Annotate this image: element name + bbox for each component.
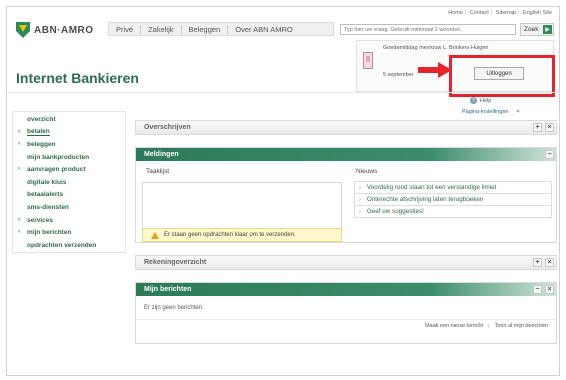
widget-overschrijven: Overschrijven + × (135, 120, 557, 135)
sidebar-item-label: betaalalerts (27, 191, 64, 199)
widget-mijn-berichten-header[interactable]: Mijn berichten − × (136, 283, 556, 296)
sidebar-item-services[interactable]: › services (13, 214, 125, 227)
bullet-arrow-icon: › (18, 216, 20, 223)
sidebar-item-sms-diensten[interactable]: sms-diensten (13, 201, 125, 214)
expand-icon[interactable]: + (533, 123, 542, 132)
warning-bar: Er staan geen opdrachten klaar om te ver… (142, 228, 342, 242)
greeting-text: Goedemiddag mevrouw L. Brinkers-Huigen (383, 45, 489, 51)
page-title: Internet Bankieren (16, 70, 139, 86)
sidebar-item-betalen[interactable]: › betalen (13, 126, 125, 139)
news-item[interactable]: › Voordelig rood staan tot een verstandig… (354, 182, 552, 194)
main-navigation: Privé Zakelijk Beleggen Over ABN AMRO (108, 22, 334, 36)
news-item-label: Onterechte afschrijving laten terugboeke… (366, 196, 484, 203)
page-settings-label: Pagina-instellingen (462, 109, 509, 115)
sidebar-item-betaalalerts[interactable]: betaalalerts (13, 189, 125, 202)
chevron-right-icon: › (359, 208, 361, 215)
taaklijst-title: Taaklijst (146, 168, 170, 175)
nav-zakelijk[interactable]: Zakelijk (141, 24, 182, 34)
sidebar-item-label: sms-diensten (27, 203, 69, 211)
bullet-arrow-icon: › (18, 166, 20, 173)
page-settings-link[interactable]: Pagina-instellingen ▾ (462, 109, 519, 115)
sidebar-item-label: services (27, 216, 54, 224)
top-links: Home | Contact | Sitemap | English Site (446, 10, 554, 16)
search-button-label: Zoek (524, 26, 539, 33)
sidebar-item-label: mijn bankproducten (27, 153, 90, 161)
sidebar-item-aanvragen-product[interactable]: › aanvragen product (13, 163, 125, 176)
sidebar-item-label: digitale kluis (27, 178, 67, 186)
bullet-arrow-icon: › (18, 141, 20, 148)
contact-link[interactable]: Contact (468, 10, 491, 16)
new-message-link[interactable]: Maak een nieuw bericht (425, 323, 483, 329)
widget-title: Overschrijven (144, 124, 191, 131)
sidebar-item-label: opdrachten verzenden (27, 241, 97, 249)
date-text: 5 september (383, 72, 414, 78)
warning-icon (151, 231, 159, 239)
sidebar-item-label: aanvragen product (27, 166, 86, 174)
messages-divider (136, 319, 556, 320)
nieuws-title: Nieuws (356, 168, 378, 175)
widget-rekeningoverzicht: Rekeningoverzicht + × (135, 255, 557, 270)
nav-beleggen[interactable]: Beleggen (182, 24, 229, 34)
widget-title: Meldingen (144, 151, 179, 158)
close-icon[interactable]: × (545, 123, 554, 132)
bullet-arrow-icon: › (18, 128, 20, 135)
all-messages-link[interactable]: Toon al mijn berichten (494, 323, 548, 329)
collapse-icon[interactable]: − (533, 285, 542, 294)
english-site-link[interactable]: English Site (521, 10, 554, 16)
sidebar-item-label: mijn berichten (27, 229, 72, 237)
help-icon: ? (470, 97, 477, 104)
news-item[interactable]: › Geef uw suggesties! (354, 206, 552, 218)
sidebar-item-overzicht[interactable]: overzicht (13, 113, 125, 126)
nav-over-abn-amro[interactable]: Over ABN AMRO (228, 25, 300, 34)
sidebar-item-label: overzicht (27, 115, 56, 123)
message-actions: Maak een nieuw bericht | Toon al mijn be… (424, 323, 548, 329)
chevron-right-icon: › (359, 184, 361, 191)
expand-icon[interactable]: + (533, 258, 542, 267)
shield-logo-icon (16, 22, 30, 38)
widget-rekeningoverzicht-header[interactable]: Rekeningoverzicht + × (136, 256, 556, 269)
sidebar-item-label: beleggen (27, 140, 56, 148)
widget-mijn-berichten: Mijn berichten − × Er zijn geen berichte… (135, 282, 557, 344)
sidebar-item-digitale-kluis[interactable]: digitale kluis (13, 176, 125, 189)
help-link[interactable]: ? Help (470, 97, 491, 104)
brand-name: ABN·AMRO (34, 24, 94, 36)
sidebar-item-mijn-berichten[interactable]: › mijn berichten (13, 226, 125, 239)
help-label: Help (480, 97, 492, 104)
abn-amro-logo[interactable]: ABN·AMRO (16, 22, 94, 38)
collapse-icon[interactable]: − (545, 150, 554, 159)
news-item[interactable]: › Onterechte afschrijving laten terugboek… (354, 194, 552, 206)
widget-meldingen-header[interactable]: Meldingen − (136, 148, 556, 161)
highlight-arrow-icon (418, 62, 452, 78)
header-divider (6, 92, 560, 93)
phone-icon (363, 52, 373, 69)
search-input[interactable] (340, 24, 516, 35)
sidebar-item-mijn-bankproducten[interactable]: mijn bankproducten (13, 151, 125, 164)
logout-button[interactable]: Uitloggen (474, 67, 524, 80)
news-list: › Voordelig rood staan tot een verstandig… (354, 181, 552, 218)
home-link[interactable]: Home (446, 10, 465, 16)
sitemap-link[interactable]: Sitemap (494, 10, 518, 16)
sidebar-menu: overzicht › betalen › beleggen mijn bankpr… (12, 111, 126, 253)
close-icon[interactable]: × (545, 258, 554, 267)
close-icon[interactable]: × (545, 285, 554, 294)
chevron-right-icon: › (359, 196, 361, 203)
widget-meldingen: Meldingen − Taaklijst Er staan geen opdr… (135, 147, 557, 243)
search-button[interactable]: Zoek ▶ (520, 23, 554, 36)
arrow-right-icon: ▶ (543, 25, 552, 34)
sidebar-item-label: betalen (27, 127, 50, 136)
chevron-down-icon: ▾ (516, 109, 520, 115)
nav-prive[interactable]: Privé (109, 24, 142, 34)
bullet-arrow-icon: › (18, 229, 20, 236)
no-messages-text: Er zijn geen berichten. (144, 305, 204, 311)
sidebar-item-opdrachten-verzenden[interactable]: opdrachten verzenden (13, 239, 125, 252)
widget-title: Mijn berichten (144, 286, 192, 293)
news-item-label: Voordelig rood staan tot een verstandige… (366, 184, 497, 191)
news-item-label: Geef uw suggesties! (366, 208, 424, 215)
warning-text: Er staan geen opdrachten klaar om te ver… (164, 232, 296, 238)
sidebar-item-beleggen[interactable]: › beleggen (13, 138, 125, 151)
widget-overschrijven-header[interactable]: Overschrijven + × (136, 121, 556, 134)
widget-title: Rekeningoverzicht (144, 259, 207, 266)
